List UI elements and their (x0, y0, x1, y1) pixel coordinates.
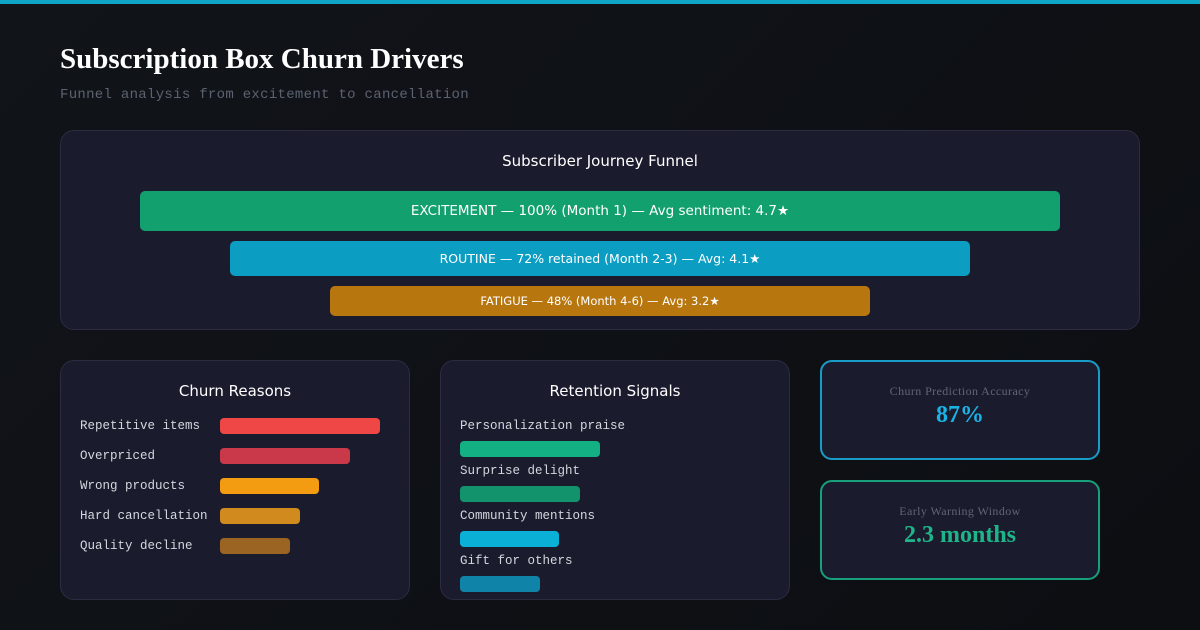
funnel-stage-excitement: EXCITEMENT — 100% (Month 1) — Avg sentim… (140, 191, 1060, 231)
retention-signal-bar (460, 486, 581, 502)
early-warning-label: Early Warning Window (899, 504, 1021, 518)
funnel-stage-routine: ROUTINE — 72% retained (Month 2-3) — Avg… (230, 241, 970, 276)
retention-signals-card: Retention Signals Personalization praise… (440, 360, 790, 600)
churn-reason-label: Hard cancellation (80, 509, 208, 523)
churn-reason-label: Quality decline (80, 539, 193, 553)
churn-reasons-title: Churn Reasons (178, 382, 292, 400)
churn-reason-bar (220, 508, 300, 524)
churn-reason-label: Repetitive items (80, 419, 201, 433)
early-warning-value: 2.3 months (903, 522, 1017, 548)
prediction-accuracy-value: 87% (936, 402, 984, 428)
prediction-accuracy-label: Churn Prediction Accuracy (889, 384, 1031, 398)
funnel-title: Subscriber Journey Funnel (502, 152, 698, 170)
funnel-card: Subscriber Journey Funnel EXCITEMENT — 1… (60, 130, 1140, 330)
retention-signal-bar (460, 576, 540, 592)
page-title: Subscription Box Churn Drivers (60, 43, 464, 75)
churn-reason-bar (220, 418, 380, 434)
retention-signal-label: Surprise delight (460, 464, 581, 478)
page-subtitle: Funnel analysis from excitement to cance… (60, 87, 469, 103)
retention-signals-title: Retention Signals (549, 382, 681, 400)
retention-signal-label: Personalization praise (460, 419, 626, 433)
prediction-accuracy-card: Churn Prediction Accuracy 87% (820, 360, 1100, 460)
churn-reason-label: Overpriced (80, 449, 156, 463)
retention-signal-bar (460, 441, 600, 457)
churn-reason-bar (220, 448, 350, 464)
early-warning-card: Early Warning Window 2.3 months (820, 480, 1100, 580)
churn-reason-label: Wrong products (80, 479, 186, 493)
retention-signal-label: Gift for others (460, 554, 573, 568)
retention-signal-label: Community mentions (460, 509, 596, 523)
top-accent-bar (0, 0, 1200, 4)
churn-reasons-card: Churn Reasons Repetitive items Overpriced… (60, 360, 410, 600)
funnel-stage-fatigue: FATIGUE — 48% (Month 4-6) — Avg: 3.2★ (330, 286, 870, 316)
retention-signal-bar (460, 531, 560, 547)
churn-reason-bar (220, 538, 291, 554)
churn-reason-bar (220, 478, 320, 494)
